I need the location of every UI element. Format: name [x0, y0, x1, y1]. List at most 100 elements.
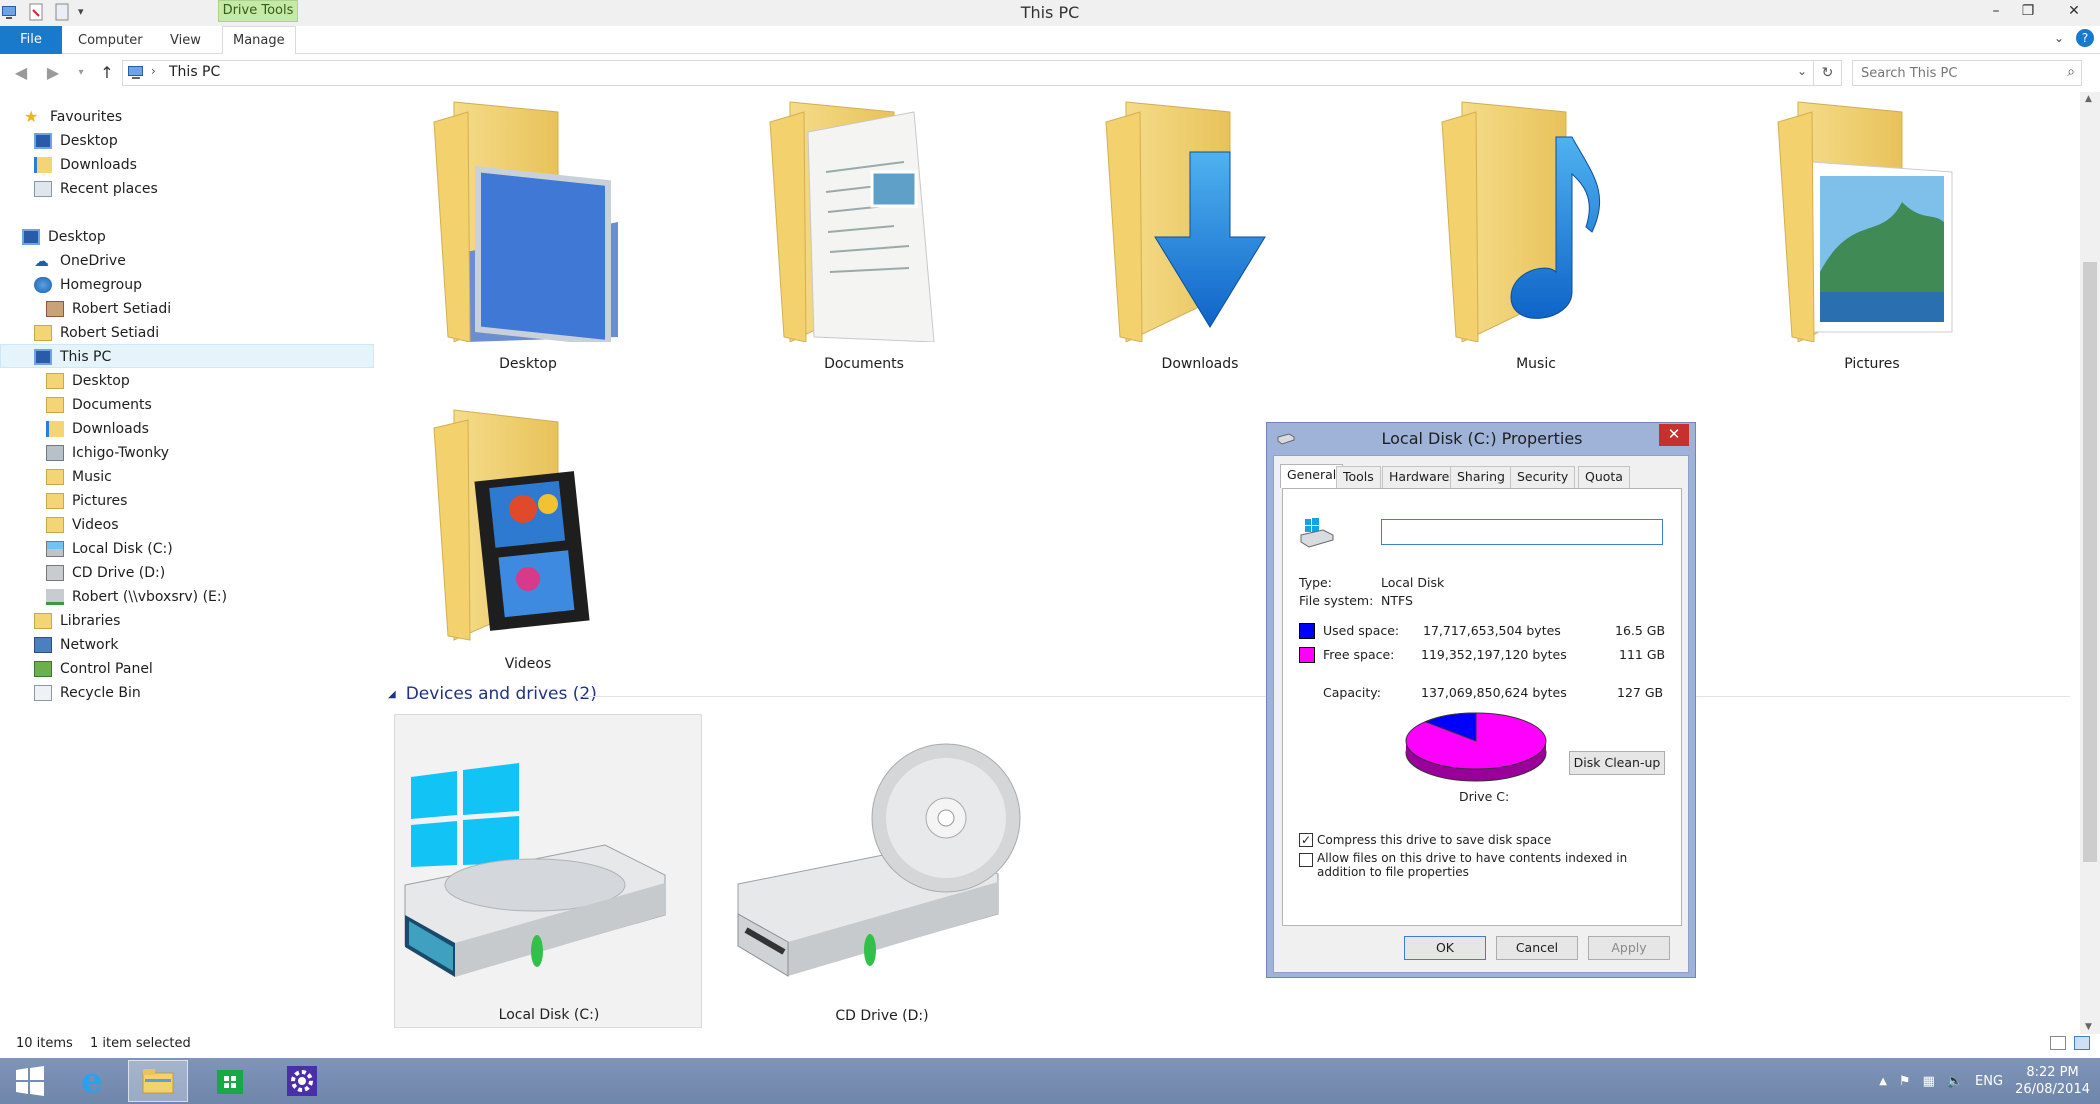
nav-fav-desktop[interactable]: Desktop [34, 129, 118, 153]
folder-pictures[interactable]: Pictures [1752, 92, 1992, 372]
nav-local-disk-c[interactable]: Local Disk (C:) [46, 537, 173, 561]
taskbar-settings[interactable] [272, 1060, 332, 1102]
nav-network-drive-e[interactable]: Robert (\\vboxsrv) (E:) [46, 585, 227, 609]
nav-pc-downloads[interactable]: Downloads [46, 417, 149, 441]
drive-name-label: Drive C: [1459, 789, 1510, 804]
nav-control-panel[interactable]: Control Panel [34, 657, 153, 681]
breadcrumb-chevron-icon[interactable]: › [151, 64, 156, 78]
nav-desktop-root[interactable]: Desktop [22, 225, 106, 249]
new-folder-icon[interactable] [52, 2, 72, 22]
tab-view[interactable]: View [160, 30, 211, 52]
address-dropdown-icon[interactable]: ⌄ [1797, 64, 1807, 78]
tab-tools[interactable]: Tools [1336, 466, 1381, 488]
ok-button[interactable]: OK [1404, 936, 1486, 960]
nav-homegroup[interactable]: Homegroup [34, 273, 142, 297]
tab-file[interactable]: File [0, 26, 62, 54]
up-arrow-icon[interactable]: ↑ [96, 62, 118, 84]
nav-pc-pictures[interactable]: Pictures [46, 489, 127, 513]
nav-fav-downloads[interactable]: Downloads [34, 153, 137, 177]
index-label[interactable]: Allow files on this drive to have conten… [1317, 851, 1677, 879]
folder-music[interactable]: Music [1416, 92, 1656, 372]
nav-pc-videos[interactable]: Videos [46, 513, 119, 537]
folder-videos[interactable]: Videos [408, 404, 648, 672]
nav-homegroup-user[interactable]: Robert Setiadi [46, 297, 171, 321]
nav-user-folder[interactable]: Robert Setiadi [34, 321, 159, 345]
divider [1299, 809, 1665, 810]
search-input[interactable] [1861, 63, 2051, 83]
nav-pc-music[interactable]: Music [46, 465, 112, 489]
refresh-button[interactable]: ↻ [1814, 60, 1842, 86]
expand-ribbon-icon[interactable]: ⌄ [2054, 31, 2064, 45]
breadcrumb-this-pc[interactable]: This PC [169, 64, 220, 80]
scrollbar-thumb[interactable] [2083, 262, 2097, 862]
index-checkbox[interactable] [1299, 853, 1313, 867]
desktop-icon [34, 133, 52, 149]
details-view-icon[interactable] [2050, 1036, 2066, 1050]
large-icons-view-icon[interactable] [2074, 1036, 2090, 1050]
drive-cd-d[interactable]: CD Drive (D:) [728, 714, 1036, 1028]
folder-desktop[interactable]: Desktop [408, 92, 648, 372]
taskbar-internet-explorer[interactable]: e [62, 1060, 122, 1102]
nav-favourites[interactable]: ★ Favourites [24, 105, 122, 129]
tab-general[interactable]: General [1280, 464, 1344, 488]
dialog-close-button[interactable]: ✕ [1659, 424, 1689, 446]
taskbar-file-explorer[interactable] [128, 1060, 188, 1102]
scroll-down-icon[interactable]: ▼ [2085, 1022, 2092, 1032]
tab-hardware[interactable]: Hardware [1382, 466, 1457, 488]
show-hidden-icons-icon[interactable]: ▲ [1879, 1076, 1887, 1087]
volume-icon[interactable]: 🔈 [1947, 1074, 1963, 1089]
search-box[interactable]: ⌕ [1852, 60, 2082, 86]
compress-checkbox[interactable]: ✓ [1299, 833, 1313, 847]
clock[interactable]: 8:22 PM 26/08/2014 [2015, 1064, 2090, 1098]
customize-qat-icon[interactable]: ▾ [78, 2, 98, 22]
help-icon[interactable]: ? [2076, 29, 2094, 47]
folder-label: Music [1516, 356, 1556, 372]
devices-group-header[interactable]: ◢ Devices and drives (2) [388, 684, 597, 704]
scroll-up-icon[interactable]: ▲ [2085, 94, 2092, 104]
tab-manage[interactable]: Manage [222, 26, 296, 54]
content-scrollbar[interactable]: ▲ ▼ [2080, 92, 2100, 1034]
type-value: Local Disk [1381, 575, 1445, 590]
tab-sharing[interactable]: Sharing [1450, 466, 1512, 488]
nav-recycle-bin[interactable]: Recycle Bin [34, 681, 141, 705]
nav-libraries[interactable]: Libraries [34, 609, 120, 633]
search-icon[interactable]: ⌕ [2067, 64, 2075, 80]
nav-cd-drive-d[interactable]: CD Drive (D:) [46, 561, 165, 585]
local-disk-icon [404, 763, 666, 977]
tab-security[interactable]: Security [1510, 466, 1576, 488]
taskbar-store[interactable] [200, 1060, 260, 1102]
collapse-chevron-icon[interactable]: ◢ [388, 689, 396, 700]
network-status-icon[interactable]: ▦ [1923, 1074, 1935, 1089]
properties-icon[interactable] [26, 2, 46, 22]
nav-media-server[interactable]: Ichigo-Twonky [46, 441, 169, 465]
store-icon [217, 1070, 243, 1094]
address-bar[interactable]: › This PC ⌄ [122, 60, 1814, 86]
back-arrow-icon[interactable]: ◀ [10, 62, 32, 84]
recent-locations-icon[interactable]: ▾ [70, 62, 92, 84]
compress-label[interactable]: Compress this drive to save disk space [1317, 833, 1551, 847]
drive-local-disk-c[interactable]: Local Disk (C:) [394, 714, 702, 1028]
volume-label-input[interactable] [1381, 519, 1663, 545]
cancel-button[interactable]: Cancel [1496, 936, 1578, 960]
nav-network[interactable]: Network [34, 633, 118, 657]
disk-cleanup-button[interactable]: Disk Clean-up [1569, 751, 1665, 775]
videos-folder-icon [46, 517, 64, 533]
tab-computer[interactable]: Computer [68, 30, 153, 52]
minimize-button[interactable]: – [1982, 0, 2010, 24]
nav-this-pc[interactable]: This PC [34, 345, 111, 369]
nav-onedrive[interactable]: ☁ OneDrive [34, 249, 126, 273]
folder-downloads[interactable]: Downloads [1080, 92, 1320, 372]
language-indicator[interactable]: ENG [1975, 1074, 2003, 1089]
action-center-flag-icon[interactable]: ⚑ [1899, 1074, 1911, 1089]
start-button[interactable] [0, 1060, 60, 1102]
tab-quota[interactable]: Quota [1578, 466, 1630, 488]
nav-recent-places[interactable]: Recent places [34, 177, 158, 201]
forward-arrow-icon[interactable]: ▶ [42, 62, 64, 84]
folder-documents[interactable]: Documents [744, 92, 984, 372]
apply-button[interactable]: Apply [1588, 936, 1670, 960]
restore-button[interactable]: ❐ [2014, 0, 2042, 24]
computer-icon[interactable] [0, 2, 20, 22]
nav-pc-documents[interactable]: Documents [46, 393, 152, 417]
nav-pc-desktop[interactable]: Desktop [46, 369, 130, 393]
close-button[interactable]: ✕ [2056, 0, 2092, 24]
